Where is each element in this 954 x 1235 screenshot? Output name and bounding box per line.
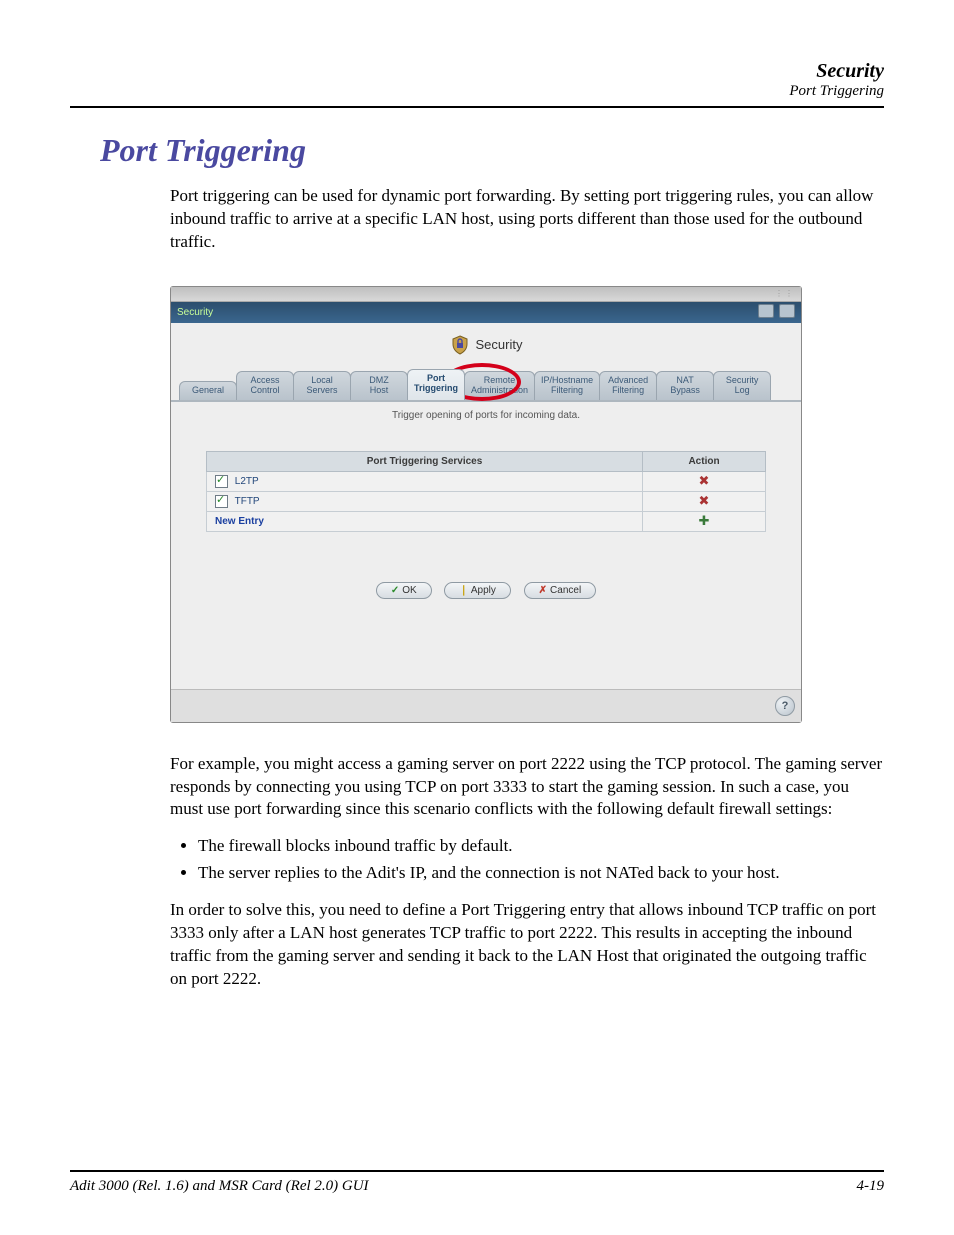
apply-button[interactable]: ❘Apply [444,582,510,599]
tab-port-triggering[interactable]: PortTriggering [407,369,465,400]
apply-icon: ❘ [459,585,467,596]
window-control-icon[interactable] [779,304,795,318]
page-title: Port Triggering [100,132,884,169]
tab-general[interactable]: General [179,381,237,400]
tab-nat-bypass[interactable]: NATBypass [656,371,714,400]
service-checkbox[interactable] [215,475,228,488]
window-title: Security [177,307,213,318]
shield-icon [450,335,470,355]
col-action: Action [643,451,766,471]
help-icon[interactable]: ? [775,696,795,716]
service-label: TFTP [235,496,260,507]
cancel-button[interactable]: ✗Cancel [524,582,597,599]
panel-title-row: Security [171,323,801,369]
tab-local-servers[interactable]: LocalServers [293,371,351,400]
footer-right: 4-19 [857,1178,885,1195]
list-item: The server replies to the Adit's IP, and… [198,862,884,885]
window-controls [756,304,795,321]
delete-icon[interactable]: ✖ [697,495,711,507]
body-column-2: For example, you might access a gaming s… [170,753,884,1005]
security-app-window: ⋮⋮ Security Security [170,286,802,723]
tab-remote-admin[interactable]: RemoteAdministration [464,371,535,400]
tab-bar: General AccessControl LocalServers DMZHo… [171,369,801,402]
list-item: The firewall blocks inbound traffic by d… [198,835,884,858]
bullet-list: The firewall blocks inbound traffic by d… [198,835,884,885]
table-row-new: New Entry ✚ [207,511,766,531]
ok-button[interactable]: ✓OK [376,582,432,599]
status-bar: ? [171,689,801,722]
check-icon: ✓ [391,585,399,596]
frame-grip-icon: ⋮⋮ [775,289,795,298]
window-control-icon[interactable] [758,304,774,318]
header-subsection: Port Triggering [70,83,884,100]
tab-advanced-filtering[interactable]: AdvancedFiltering [599,371,657,400]
title-bar: Security [171,302,801,323]
body-column: Port triggering can be used for dynamic … [170,185,884,268]
tab-ip-hostname-filtering[interactable]: IP/HostnameFiltering [534,371,600,400]
panel-subcaption: Trigger opening of ports for incoming da… [171,410,801,421]
intro-paragraph: Port triggering can be used for dynamic … [170,185,884,254]
button-row: ✓OK ❘Apply ✗Cancel [171,582,801,599]
tab-dmz-host[interactable]: DMZHost [350,371,408,400]
table-row: TFTP ✖ [207,491,766,511]
services-table: Port Triggering Services Action L2TP ✖ [206,451,766,532]
panel-title: Security [476,337,523,352]
solution-paragraph: In order to solve this, you need to defi… [170,899,884,991]
page-footer: Adit 3000 (Rel. 1.6) and MSR Card (Rel 2… [70,1170,884,1195]
embedded-screenshot: ⋮⋮ Security Security [170,286,800,723]
add-icon[interactable]: ✚ [697,515,711,527]
header-rule [70,106,884,108]
col-services: Port Triggering Services [207,451,643,471]
document-page: Security Port Triggering Port Triggering… [0,0,954,1235]
service-checkbox[interactable] [215,495,228,508]
service-label: L2TP [235,476,259,487]
x-icon: ✗ [539,585,547,596]
footer-rule [70,1170,884,1172]
tab-security-log[interactable]: SecurityLog [713,371,771,400]
app-body: Security General AccessControl LocalServ… [171,323,801,689]
tab-access-control[interactable]: AccessControl [236,371,294,400]
table-header-row: Port Triggering Services Action [207,451,766,471]
tabs-container: General AccessControl LocalServers DMZHo… [171,369,801,402]
window-frame-top: ⋮⋮ [171,287,801,302]
new-entry-link[interactable]: New Entry [215,516,264,527]
header-section: Security [70,60,884,83]
table-row: L2TP ✖ [207,471,766,491]
page-header: Security Port Triggering [70,60,884,100]
example-paragraph: For example, you might access a gaming s… [170,753,884,822]
footer-left: Adit 3000 (Rel. 1.6) and MSR Card (Rel 2… [70,1178,369,1195]
delete-icon[interactable]: ✖ [697,475,711,487]
